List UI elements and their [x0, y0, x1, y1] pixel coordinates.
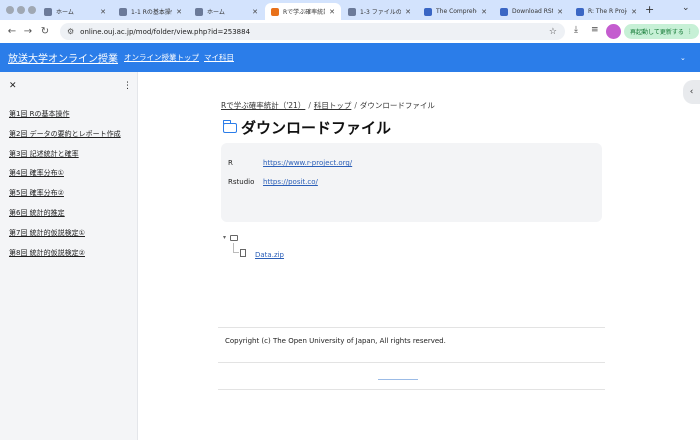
- browser-tab[interactable]: R: The R Proje ✕: [570, 3, 643, 20]
- close-tab-icon[interactable]: ✕: [631, 8, 637, 16]
- tab-strip: ホーム ✕ 1-1 Rの基本操作 ✕ ホーム ✕ Rで学ぶ確率統計 ✕ 1-3 …: [0, 0, 700, 20]
- close-tab-icon[interactable]: ✕: [405, 8, 411, 16]
- back-arrow-icon[interactable]: ←: [4, 26, 20, 37]
- breadcrumb-current: ダウンロードファイル: [359, 101, 435, 110]
- open-block-drawer-chevron-icon[interactable]: ‹: [683, 80, 700, 104]
- new-tab-button[interactable]: +: [645, 3, 654, 16]
- site-favicon-icon: [424, 7, 432, 16]
- close-tab-icon[interactable]: ✕: [252, 8, 258, 16]
- file-download-link[interactable]: Data.zip: [255, 251, 284, 259]
- folder-intro-box: R https://www.r-project.org/ Rstudio htt…: [221, 143, 602, 222]
- download-icon[interactable]: ⤓: [574, 25, 578, 35]
- collapse-toggle-icon[interactable]: ▾: [223, 234, 226, 241]
- page-title: ダウンロードファイル: [241, 119, 392, 137]
- footer-accent-line: [378, 379, 418, 380]
- site-favicon-icon: [44, 7, 52, 16]
- breadcrumb-course-top-link[interactable]: 科目トップ: [314, 101, 352, 110]
- drawer-item-lesson5[interactable]: 第5回 確率分布②: [9, 188, 64, 198]
- drawer-item-lesson2[interactable]: 第2回 データの要約とレポート作成: [9, 129, 121, 139]
- nav-link-my-courses[interactable]: マイ科目: [204, 52, 234, 63]
- minimize-window-dot[interactable]: [17, 6, 25, 14]
- forward-arrow-icon[interactable]: →: [20, 26, 36, 37]
- file-icon: [240, 249, 246, 257]
- browser-tab[interactable]: ホーム ✕: [38, 3, 112, 20]
- close-drawer-icon[interactable]: ✕: [9, 81, 17, 91]
- media-queue-icon[interactable]: ≡: [591, 25, 599, 35]
- close-window-dot[interactable]: [6, 6, 14, 14]
- browser-tab[interactable]: 1-3 ファイルの ✕: [342, 3, 417, 20]
- footer-divider: [218, 327, 605, 328]
- site-favicon-icon: [119, 7, 127, 16]
- drawer-options-icon[interactable]: ⋮: [123, 81, 132, 91]
- browser-tab[interactable]: Download RStu ✕: [494, 3, 569, 20]
- more-menu-icon: ⋮: [686, 28, 693, 35]
- page-heading: ダウンロードファイル: [222, 117, 392, 138]
- site-favicon-icon: [500, 7, 508, 16]
- close-tab-icon[interactable]: ✕: [557, 8, 563, 16]
- site-favicon-icon: [348, 7, 356, 16]
- drawer-item-lesson4[interactable]: 第4回 確率分布①: [9, 168, 64, 178]
- copyright-text: Copyright (c) The Open University of Jap…: [225, 337, 446, 345]
- r-project-link[interactable]: https://www.r-project.org/: [263, 159, 352, 167]
- address-bar[interactable]: ⚙ online.ouj.ac.jp/mod/folder/view.php?i…: [60, 23, 565, 40]
- nav-link-online-top[interactable]: オンライン授業トップ: [124, 52, 199, 63]
- breadcrumb: Rで学ぶ確率統計（'21） / 科目トップ / ダウンロードファイル: [221, 101, 435, 110]
- tab-search-chevron-icon[interactable]: ⌄: [682, 3, 690, 13]
- drawer-item-lesson1[interactable]: 第1回 Rの基本操作: [9, 109, 70, 119]
- close-tab-icon[interactable]: ✕: [481, 8, 487, 16]
- site-favicon-icon: [195, 7, 203, 16]
- browser-toolbar: ← → ↻ ⚙ online.ouj.ac.jp/mod/folder/view…: [0, 20, 700, 43]
- browser-tab-active[interactable]: Rで学ぶ確率統計 ✕: [265, 3, 341, 20]
- relaunch-update-button[interactable]: 再起動して更新する ⋮: [624, 24, 699, 39]
- breadcrumb-course-link[interactable]: Rで学ぶ確率統計（'21）: [221, 101, 305, 110]
- close-tab-icon[interactable]: ✕: [176, 8, 182, 16]
- bookmark-star-icon[interactable]: ☆: [549, 27, 557, 37]
- folder-icon: [230, 235, 238, 241]
- browser-tab[interactable]: ホーム ✕: [189, 3, 264, 20]
- folder-icon: [222, 119, 237, 133]
- browser-tab[interactable]: The Comprehe ✕: [418, 3, 493, 20]
- posit-link[interactable]: https://posit.co/: [263, 178, 318, 186]
- footer-divider: [218, 389, 605, 390]
- reload-icon[interactable]: ↻: [37, 26, 53, 37]
- site-brand-link[interactable]: 放送大学オンライン授業: [8, 50, 118, 65]
- drawer-item-lesson8[interactable]: 第8回 統計的仮説検定②: [9, 248, 85, 258]
- drawer-item-lesson7[interactable]: 第7回 統計的仮説検定①: [9, 228, 85, 238]
- browser-tab[interactable]: 1-1 Rの基本操作 ✕: [113, 3, 188, 20]
- intro-label-r: R: [228, 159, 233, 167]
- close-tab-icon[interactable]: ✕: [329, 8, 335, 16]
- drawer-item-lesson6[interactable]: 第6回 統計的推定: [9, 208, 65, 218]
- site-favicon-icon: [576, 7, 584, 16]
- site-info-icon[interactable]: ⚙: [67, 27, 74, 36]
- footer-divider: [218, 362, 605, 363]
- drawer-item-lesson3[interactable]: 第3回 記述統計と確率: [9, 149, 79, 159]
- site-favicon-icon: [271, 7, 279, 16]
- site-header: 放送大学オンライン授業 オンライン授業トップ マイ科目 ⌄: [0, 43, 700, 72]
- zoom-window-dot[interactable]: [28, 6, 36, 14]
- intro-label-rstudio: Rstudio: [228, 178, 255, 186]
- user-menu-chevron-icon[interactable]: ⌄: [680, 54, 686, 62]
- close-tab-icon[interactable]: ✕: [100, 8, 106, 16]
- url-text[interactable]: online.ouj.ac.jp/mod/folder/view.php?id=…: [80, 28, 250, 36]
- tree-connector: [233, 243, 239, 253]
- profile-avatar[interactable]: [606, 24, 621, 39]
- course-index-drawer: ✕ ⋮ 第1回 Rの基本操作 第2回 データの要約とレポート作成 第3回 記述統…: [0, 72, 138, 440]
